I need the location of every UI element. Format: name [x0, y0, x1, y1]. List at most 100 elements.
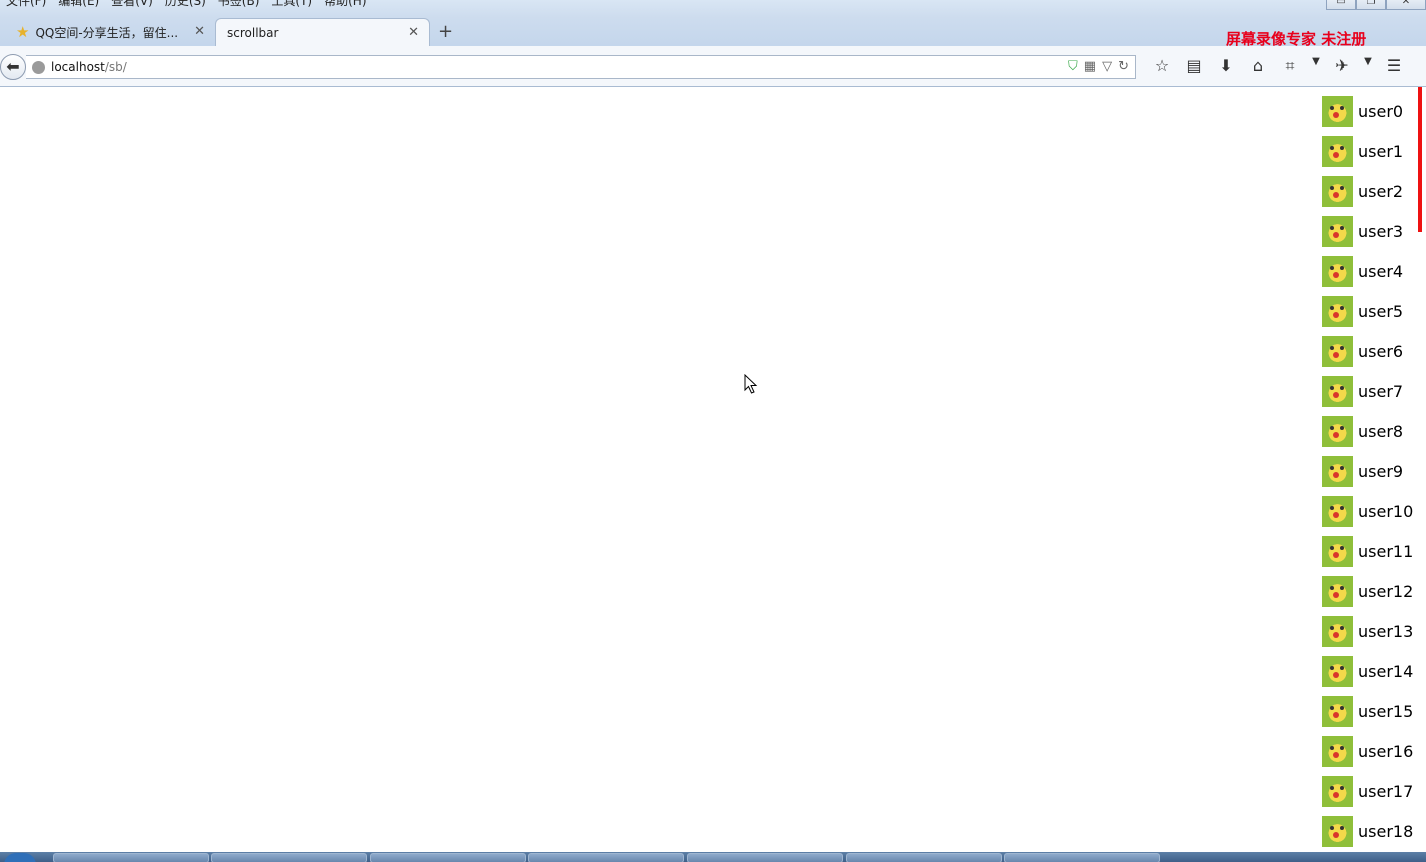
- user-list-item[interactable]: user4: [1322, 251, 1413, 291]
- menu-edit[interactable]: 编辑(E): [52, 0, 105, 8]
- chevron-down-icon[interactable]: ▼: [1358, 56, 1378, 76]
- user-name: user7: [1358, 381, 1404, 401]
- avatar: [1322, 175, 1353, 207]
- user-list-item[interactable]: user13: [1322, 611, 1413, 651]
- avatar: [1322, 455, 1353, 487]
- user-name: user17: [1358, 781, 1414, 801]
- avatar: [1322, 775, 1353, 807]
- avatar: [1322, 95, 1353, 127]
- home-icon[interactable]: ⌂: [1242, 56, 1274, 76]
- user-list-item[interactable]: user1: [1322, 131, 1413, 171]
- menu-bar: 文件(F) 编辑(E) 查看(V) 历史(S) 书签(B) 工具(T) 帮助(H…: [0, 0, 1426, 18]
- star-icon: ★: [16, 23, 30, 41]
- globe-icon: [32, 61, 45, 74]
- avatar: [1322, 655, 1353, 687]
- tab-label: QQ空间-分享生活，留住...: [35, 25, 179, 40]
- chevron-down-icon[interactable]: ▼: [1306, 56, 1326, 76]
- menu-tools[interactable]: 工具(T): [265, 0, 318, 8]
- user-list-item[interactable]: user6: [1322, 331, 1413, 371]
- avatar: [1322, 735, 1353, 767]
- close-tab-icon[interactable]: ✕: [194, 24, 205, 39]
- start-button[interactable]: [4, 853, 36, 862]
- user-name: user12: [1358, 581, 1414, 601]
- url-text[interactable]: localhost/sb/: [51, 60, 127, 74]
- avatar: [1322, 335, 1353, 367]
- user-name: user3: [1358, 221, 1404, 241]
- user-list-item[interactable]: user10: [1322, 491, 1413, 531]
- user-name: user5: [1358, 301, 1404, 321]
- restore-button[interactable]: ❐: [1356, 0, 1386, 10]
- avatar: [1322, 415, 1353, 447]
- hamburger-menu-icon[interactable]: ☰: [1378, 56, 1410, 76]
- user-name: user1: [1358, 141, 1404, 161]
- navigation-toolbar: ⬅ localhost/sb/ ⛉ ▦ ▽ ↻ ☆ ▤ ⬇ ⌂ ⌗ ▼ ✈ ▼ …: [0, 46, 1426, 87]
- user-name: user14: [1358, 661, 1414, 681]
- user-name: user11: [1358, 541, 1414, 561]
- tab-scrollbar[interactable]: scrollbar ✕: [215, 18, 430, 46]
- taskbar-item[interactable]: [211, 853, 367, 862]
- user-list-item[interactable]: user0: [1322, 91, 1413, 131]
- user-list-item[interactable]: user9: [1322, 451, 1413, 491]
- user-list-item[interactable]: user2: [1322, 171, 1413, 211]
- user-list-item[interactable]: user5: [1322, 291, 1413, 331]
- close-window-button[interactable]: ✕: [1386, 0, 1426, 10]
- url-path: /sb/: [104, 60, 127, 74]
- menu-view[interactable]: 查看(V): [105, 0, 159, 8]
- new-tab-icon[interactable]: +: [438, 21, 453, 42]
- taskbar-item[interactable]: [370, 853, 526, 862]
- menu-help[interactable]: 帮助(H): [318, 0, 372, 8]
- user-name: user2: [1358, 181, 1404, 201]
- menu-file[interactable]: 文件(F): [0, 0, 52, 8]
- taskbar-item[interactable]: [846, 853, 1002, 862]
- user-list-item[interactable]: user3: [1322, 211, 1413, 251]
- menu-bookmarks[interactable]: 书签(B): [212, 0, 266, 8]
- shield-icon[interactable]: ⛉: [1068, 59, 1078, 74]
- dropdown-icon[interactable]: ▽: [1102, 59, 1112, 74]
- bookmark-star-icon[interactable]: ☆: [1146, 56, 1178, 76]
- menu-history[interactable]: 历史(S): [159, 0, 212, 8]
- user-list-item[interactable]: user11: [1322, 531, 1413, 571]
- crop-icon[interactable]: ⌗: [1274, 56, 1306, 76]
- qr-code-icon[interactable]: ▦: [1084, 59, 1096, 74]
- user-list-item[interactable]: user7: [1322, 371, 1413, 411]
- extension-icon[interactable]: ✈: [1326, 56, 1358, 76]
- tab-label: scrollbar: [227, 25, 279, 40]
- custom-scrollbar-thumb[interactable]: [1418, 87, 1422, 232]
- avatar: [1322, 255, 1353, 287]
- tab-qzone[interactable]: ★ QQ空间-分享生活，留住... ✕: [0, 18, 215, 46]
- taskbar: [0, 852, 1426, 862]
- user-list-item[interactable]: user16: [1322, 731, 1413, 771]
- user-name: user6: [1358, 341, 1404, 361]
- user-list-item[interactable]: user14: [1322, 651, 1413, 691]
- user-list-item[interactable]: user8: [1322, 411, 1413, 451]
- reload-icon[interactable]: ↻: [1118, 59, 1129, 74]
- user-list-item[interactable]: user18: [1322, 811, 1413, 851]
- avatar: [1322, 535, 1353, 567]
- taskbar-item[interactable]: [1004, 853, 1160, 862]
- avatar: [1322, 295, 1353, 327]
- avatar: [1322, 615, 1353, 647]
- window-controls: ▭ ❐ ✕: [1326, 0, 1426, 10]
- user-name: user16: [1358, 741, 1414, 761]
- taskbar-item[interactable]: [687, 853, 843, 862]
- address-bar[interactable]: localhost/sb/ ⛉ ▦ ▽ ↻: [26, 55, 1136, 79]
- user-list: user0 user1 user2 user3 user4 user5 user6 user7…: [1322, 91, 1413, 851]
- user-list-item[interactable]: user15: [1322, 691, 1413, 731]
- user-list-item[interactable]: user17: [1322, 771, 1413, 811]
- avatar: [1322, 695, 1353, 727]
- browser-window: 文件(F) 编辑(E) 查看(V) 历史(S) 书签(B) 工具(T) 帮助(H…: [0, 0, 1426, 862]
- minimize-button[interactable]: ▭: [1326, 0, 1356, 10]
- user-name: user15: [1358, 701, 1414, 721]
- mouse-cursor-icon: [744, 374, 758, 394]
- back-button[interactable]: ⬅: [0, 54, 26, 80]
- reading-list-icon[interactable]: ▤: [1178, 56, 1210, 76]
- menu-items: 文件(F) 编辑(E) 查看(V) 历史(S) 书签(B) 工具(T) 帮助(H…: [0, 0, 373, 8]
- avatar: [1322, 375, 1353, 407]
- user-list-item[interactable]: user12: [1322, 571, 1413, 611]
- url-host: localhost: [51, 60, 105, 74]
- close-tab-icon[interactable]: ✕: [408, 25, 419, 40]
- toolbar-buttons: ☆ ▤ ⬇ ⌂ ⌗ ▼ ✈ ▼ ☰: [1146, 56, 1410, 76]
- taskbar-item[interactable]: [528, 853, 684, 862]
- taskbar-item[interactable]: [53, 853, 209, 862]
- download-icon[interactable]: ⬇: [1210, 56, 1242, 76]
